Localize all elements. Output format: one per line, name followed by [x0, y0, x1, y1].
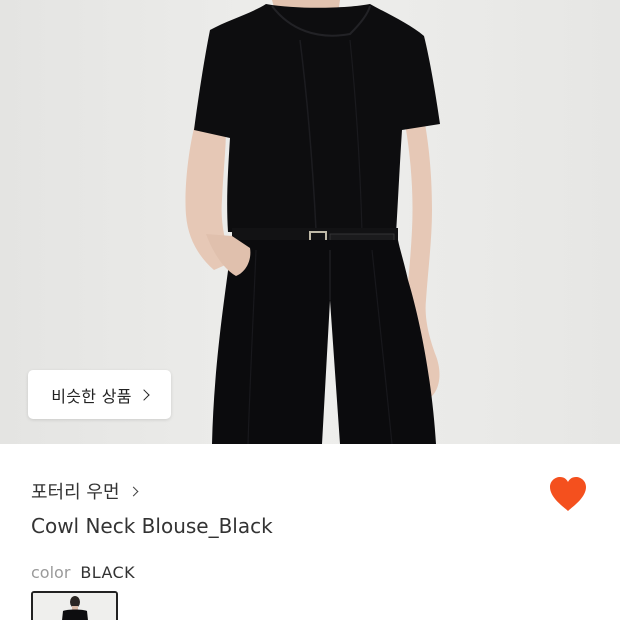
color-label: color [31, 563, 71, 582]
product-info: 포터리 우먼 Cowl Neck Blouse_Black color BLAC… [0, 444, 620, 620]
brand-link[interactable]: 포터리 우먼 [31, 478, 138, 504]
similar-products-label: 비슷한 상품 [51, 386, 132, 406]
color-value: BLACK [80, 563, 135, 582]
similar-products-button[interactable]: 비슷한 상품 [28, 370, 171, 419]
heart-icon[interactable] [546, 474, 590, 514]
product-name: Cowl Neck Blouse_Black [31, 514, 273, 538]
color-swatch-black[interactable] [31, 591, 118, 620]
chevron-right-icon [138, 389, 150, 401]
brand-name: 포터리 우먼 [31, 482, 120, 503]
color-option: color BLACK [31, 563, 135, 582]
product-image[interactable]: 비슷한 상품 [0, 0, 620, 444]
product-detail-page: 비슷한 상품 포터리 우먼 Cowl Neck Blouse_Black col… [0, 0, 620, 620]
chevron-right-icon [128, 486, 138, 497]
